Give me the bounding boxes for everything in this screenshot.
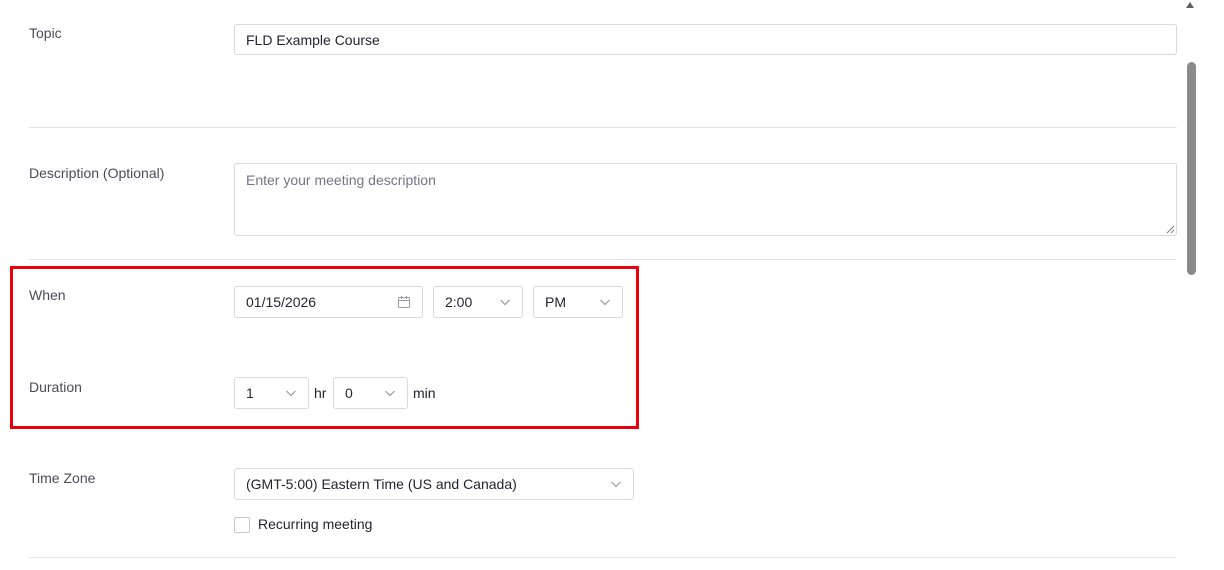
chevron-down-icon	[611, 481, 621, 488]
topic-input[interactable]: FLD Example Course	[234, 24, 1177, 55]
description-placeholder: Enter your meeting description	[246, 172, 436, 188]
divider	[29, 557, 1177, 558]
divider	[29, 127, 1177, 128]
highlight-box	[10, 266, 639, 429]
divider	[29, 259, 1177, 260]
meeting-form: Topic FLD Example Course Description (Op…	[0, 0, 1224, 570]
timezone-label: Time Zone	[29, 470, 96, 486]
timezone-select[interactable]: (GMT-5:00) Eastern Time (US and Canada)	[234, 468, 634, 500]
scroll-up-arrow-icon[interactable]	[1186, 2, 1194, 8]
scrollbar-thumb[interactable]	[1187, 62, 1196, 275]
recurring-checkbox[interactable]	[234, 517, 250, 533]
resize-handle-icon[interactable]	[1166, 225, 1175, 234]
recurring-label[interactable]: Recurring meeting	[258, 516, 372, 532]
description-label: Description (Optional)	[29, 165, 165, 181]
description-textarea[interactable]: Enter your meeting description	[234, 163, 1177, 236]
topic-value: FLD Example Course	[246, 31, 380, 48]
timezone-value: (GMT-5:00) Eastern Time (US and Canada)	[246, 476, 517, 492]
topic-label: Topic	[29, 25, 62, 41]
